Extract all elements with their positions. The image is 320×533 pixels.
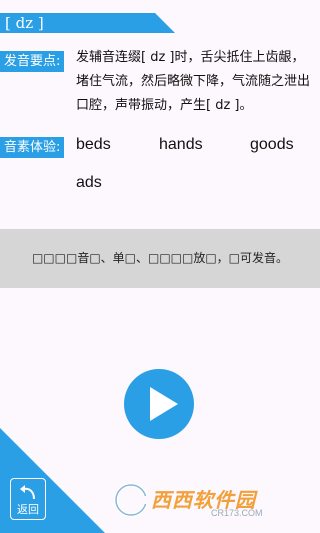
word-goods[interactable]: goods <box>250 136 294 154</box>
page-title: [ dz ] <box>5 14 44 32</box>
back-button[interactable]: 返回 <box>10 478 46 520</box>
word-beds[interactable]: beds <box>76 136 111 154</box>
experience-label: 音素体验: <box>0 137 65 158</box>
watermark: 西西软件园 CR173.COM <box>111 478 316 524</box>
word-ads[interactable]: ads <box>76 174 102 192</box>
pronunciation-text: 发辅音连缀[ dz ]时，舌尖抵住上齿龈，堵住气流，然后略微下降，气流随之泄出口… <box>76 50 311 113</box>
play-icon <box>150 387 178 421</box>
back-arrow-icon <box>20 485 35 500</box>
word-hands[interactable]: hands <box>159 136 203 154</box>
watermark-site: CR173.COM <box>211 508 263 518</box>
notice-text: □□□□音□、单□、□□□□放□，□可发音。 <box>31 251 289 265</box>
notice-bar: □□□□音□、单□、□□□□放□，□可发音。 <box>0 229 320 288</box>
play-button[interactable] <box>124 369 194 439</box>
watermark-logo-icon <box>114 483 151 517</box>
header-banner: [ dz ] <box>0 13 175 33</box>
pronunciation-label: 发音要点: <box>0 51 65 72</box>
back-label: 返回 <box>17 503 39 516</box>
